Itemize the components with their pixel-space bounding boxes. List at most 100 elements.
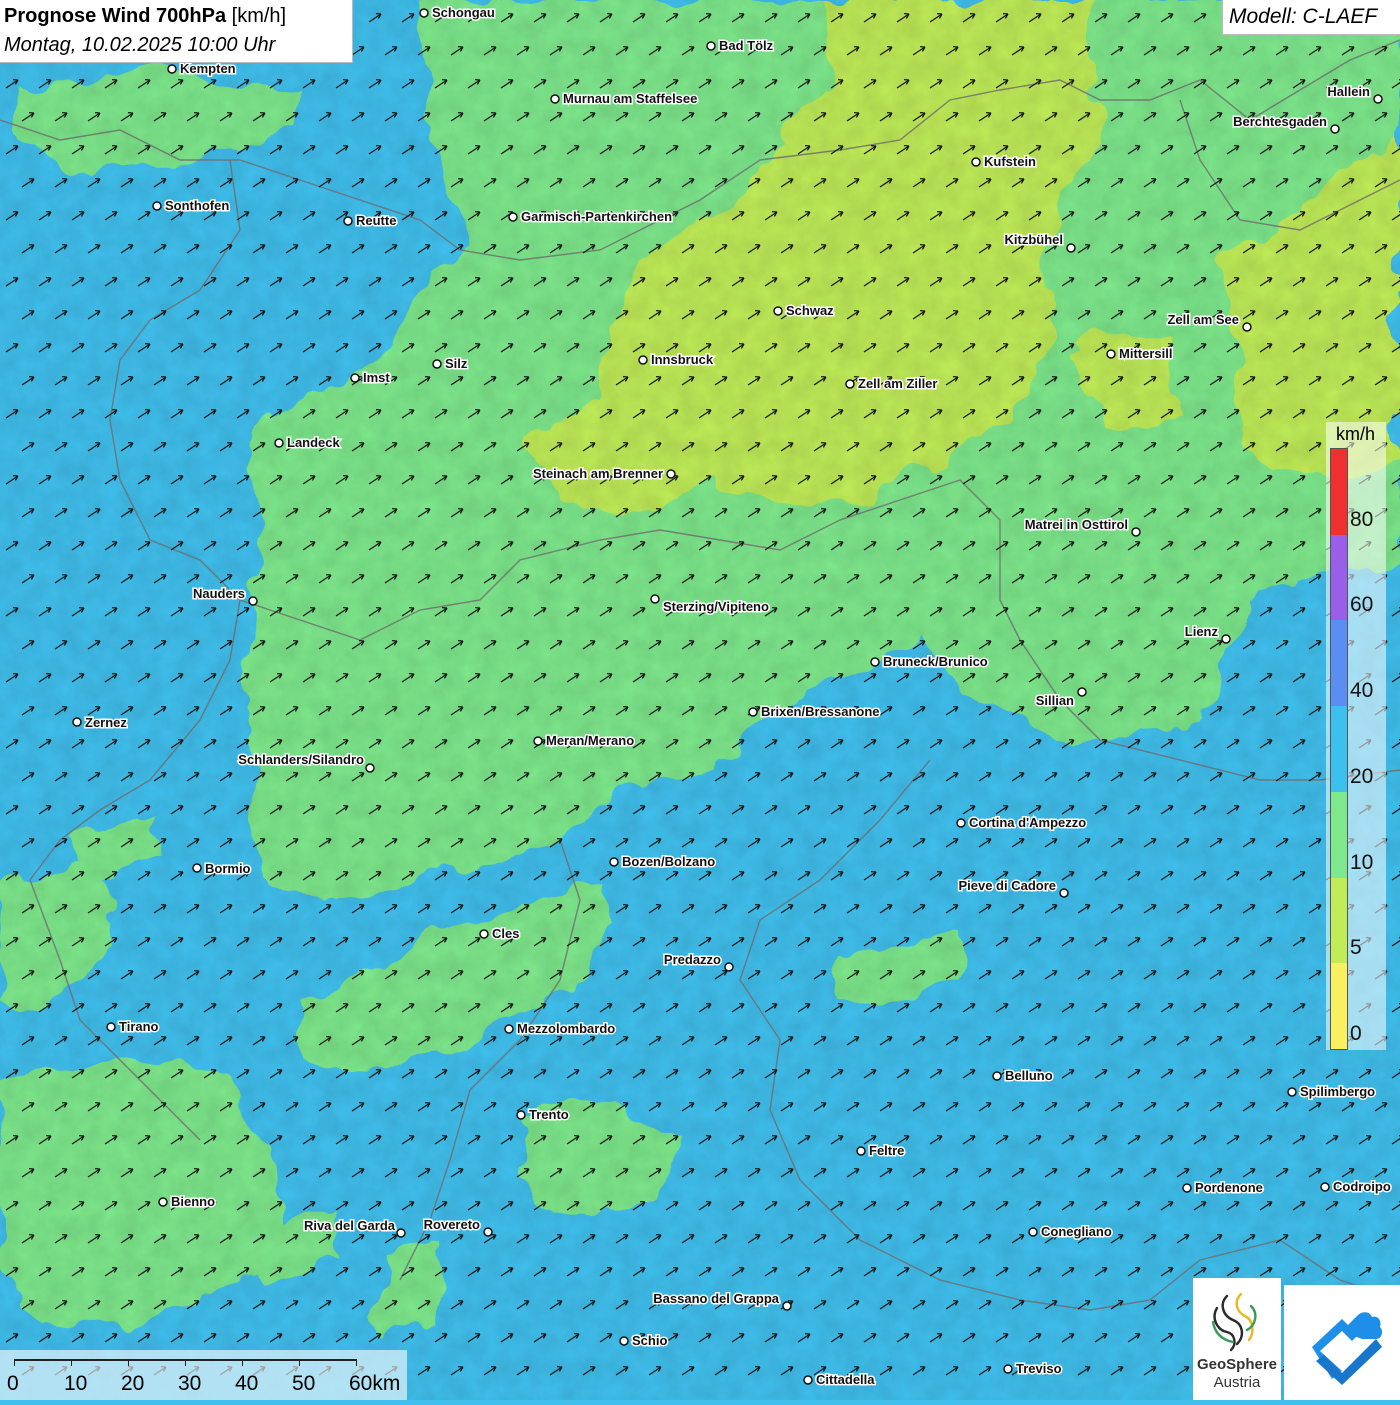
city-dot — [650, 594, 660, 604]
city-dot — [773, 306, 783, 316]
color-legend: km/h 80 60 40 20 10 5 0 — [1326, 422, 1386, 1050]
city-marker: Zell am Ziller — [845, 375, 939, 393]
city-label: Mezzolombardo — [517, 1021, 615, 1036]
legend-tick-label: 60 — [1350, 593, 1374, 617]
city-label: Cittadella — [816, 1372, 875, 1387]
city-label: Bienno — [171, 1194, 215, 1209]
city-label: Trento — [529, 1107, 569, 1122]
city-dot — [619, 1336, 629, 1346]
city-marker: Bozen/Bolzano — [609, 853, 717, 871]
city-dot — [1106, 349, 1116, 359]
city-label: Silz — [445, 356, 468, 371]
city-marker: Murnau am Staffelsee — [550, 90, 699, 108]
city-dot — [638, 355, 648, 365]
city-label: Feltre — [869, 1143, 904, 1158]
city-label: Cortina d'Ampezzo — [969, 815, 1086, 830]
scale-tick — [185, 1359, 186, 1366]
title-box: Prognose Wind 700hPa [km/h] Montag, 10.0… — [0, 0, 353, 63]
city-dot — [1320, 1182, 1330, 1192]
city-dot — [1003, 1364, 1013, 1374]
scale-tick — [299, 1359, 300, 1366]
city-dot — [248, 596, 258, 606]
city-marker: Garmisch-Partenkirchen — [508, 208, 674, 226]
city-dot — [274, 438, 284, 448]
city-label: Zernez — [85, 715, 127, 730]
legend-tick-label: 5 — [1350, 936, 1362, 960]
city-dot — [106, 1022, 116, 1032]
legend-segment — [1331, 449, 1347, 535]
city-dot — [1242, 322, 1252, 332]
city-dot — [350, 373, 360, 383]
city-label: Codroipo — [1333, 1179, 1391, 1194]
city-dot — [158, 1197, 168, 1207]
scale-label: 20 — [121, 1372, 145, 1395]
city-label: Schlanders/Silandro — [238, 752, 364, 767]
title-unit: [km/h] — [231, 5, 287, 27]
city-dot — [706, 41, 716, 51]
city-dot — [666, 469, 676, 479]
city-dot — [192, 863, 202, 873]
legend-tick-label: 20 — [1350, 764, 1374, 788]
geosphere-emblem-icon — [1211, 1292, 1257, 1352]
city-dot — [1131, 527, 1141, 537]
city-marker: Mezzolombardo — [504, 1020, 617, 1038]
city-dot — [845, 379, 855, 389]
scale-tick — [14, 1359, 15, 1366]
city-label: Bad Tölz — [719, 38, 774, 53]
city-dot — [956, 818, 966, 828]
city-label: Kufstein — [984, 154, 1036, 169]
city-dot — [479, 929, 489, 939]
scale-label: 60km — [349, 1372, 401, 1395]
legend-unit: km/h — [1336, 424, 1376, 444]
city-label: Landeck — [287, 435, 341, 450]
wind-map: Schongau Bad Tölz Kempten Murnau am Staffel… — [0, 0, 1400, 1400]
city-label: Hallein — [1327, 84, 1370, 99]
city-label: Bormio — [205, 861, 251, 876]
map-title: Prognose Wind 700hPa [km/h] — [4, 5, 286, 28]
city-label: Kempten — [180, 61, 236, 76]
legend-segment — [1331, 534, 1347, 621]
scale-label: 30 — [178, 1372, 202, 1395]
scale-label: 40 — [235, 1372, 259, 1395]
scale-tick — [128, 1359, 129, 1366]
city-label: Rovereto — [424, 1217, 480, 1232]
city-dot — [724, 962, 734, 972]
city-label: Zell am See — [1167, 312, 1239, 327]
scale-tick — [71, 1359, 72, 1366]
city-label: Innsbruck — [651, 352, 714, 367]
city-label: Riva del Garda — [304, 1218, 396, 1233]
city-label: Pieve di Cadore — [958, 878, 1056, 893]
city-label: Steinach am Brenner — [533, 466, 663, 481]
city-dot — [1077, 687, 1087, 697]
city-label: Reutte — [356, 213, 396, 228]
city-dot — [1182, 1183, 1192, 1193]
city-marker: Pordenone — [1182, 1179, 1264, 1197]
city-dot — [856, 1146, 866, 1156]
scale-label: 0 — [7, 1372, 19, 1395]
city-label: Schwaz — [786, 303, 834, 318]
city-dot — [782, 1301, 792, 1311]
city-marker: Bruneck/Brunico — [870, 653, 989, 671]
city-label: Predazzo — [664, 952, 721, 967]
geosphere-logo[interactable]: GeoSphere Austria — [1193, 1278, 1281, 1400]
city-dot — [1221, 634, 1231, 644]
city-marker: Spilimbergo — [1287, 1083, 1377, 1101]
city-dot — [167, 64, 177, 74]
city-dot — [1330, 124, 1340, 134]
city-dot — [550, 94, 560, 104]
city-label: Conegliano — [1041, 1224, 1112, 1239]
city-label: Berchtesgaden — [1233, 114, 1327, 129]
city-label: Imst — [363, 370, 390, 385]
city-label: Tirano — [119, 1019, 159, 1034]
city-dot — [992, 1071, 1002, 1081]
city-dot — [516, 1110, 526, 1120]
city-marker: Schongau — [419, 4, 496, 22]
legend-segment — [1331, 620, 1347, 707]
wetter-app-logo[interactable] — [1284, 1285, 1400, 1400]
city-dot — [72, 717, 82, 727]
city-label: Murnau am Staffelsee — [563, 91, 697, 106]
scale-label: 10 — [64, 1372, 88, 1395]
city-marker: Steinach am Brenner — [531, 465, 676, 483]
city-dot — [343, 216, 353, 226]
city-label: Treviso — [1016, 1361, 1062, 1376]
